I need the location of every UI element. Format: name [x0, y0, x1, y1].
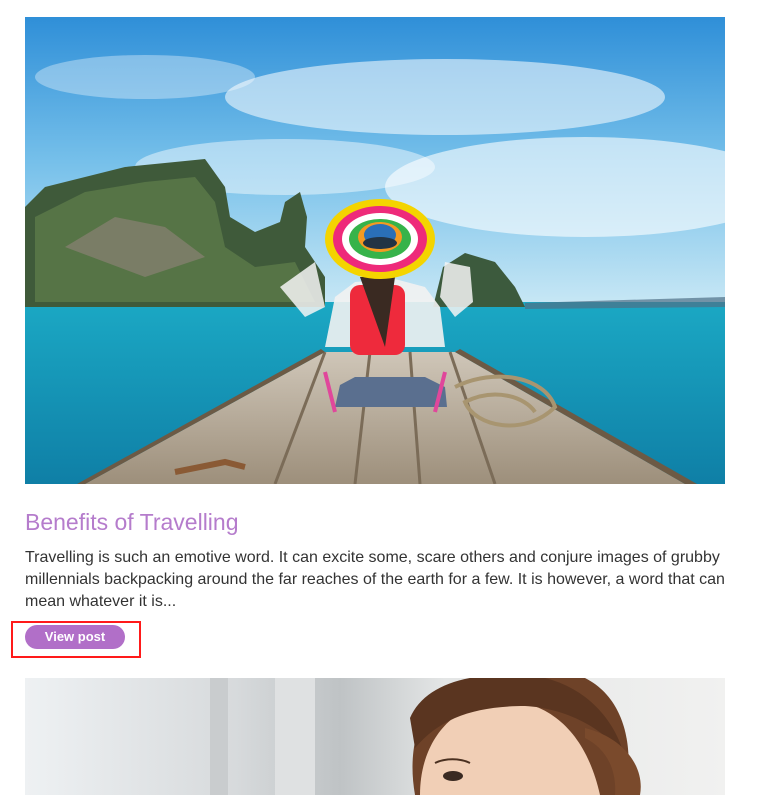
view-post-button[interactable]: View post	[25, 625, 125, 649]
post-excerpt: Travelling is such an emotive word. It c…	[25, 549, 725, 610]
post-image-travelling[interactable]	[25, 17, 725, 484]
post-title[interactable]: Benefits of Travelling	[25, 507, 239, 537]
post-image-portrait[interactable]	[25, 678, 725, 795]
